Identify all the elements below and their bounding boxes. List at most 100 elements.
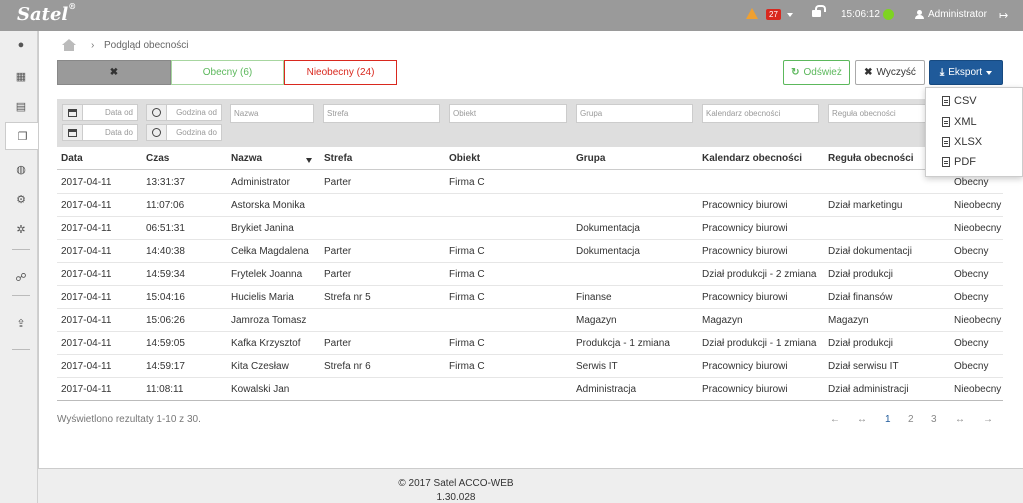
column-header-calendar[interactable]: Kalendarz obecności — [702, 153, 802, 164]
table-cell: 2017-04-11 — [61, 338, 112, 349]
export-menu: CSV XML XLSX PDF — [925, 87, 1023, 177]
table-row[interactable]: 2017-04-11 11:07:06 Astorska Monika Pracown… — [57, 194, 1003, 217]
date-from-field[interactable]: Data od — [62, 104, 138, 121]
table-row[interactable]: 2017-04-11 14:59:34 Frytelek Joanna Parter F… — [57, 263, 1003, 286]
alert-count-badge[interactable]: 27 — [766, 9, 781, 20]
export-pdf-item[interactable]: PDF — [942, 156, 976, 168]
sidebar-document-icon[interactable]: ▤ — [4, 92, 38, 120]
table-row[interactable]: 2017-04-11 15:06:26 Jamroza Tomasz Magazyn M… — [57, 309, 1003, 332]
time-to-field[interactable]: Godzina do — [146, 124, 222, 141]
export-button[interactable]: ⤓ Eksport — [929, 60, 1003, 85]
table-cell: Pracownicy biurowi — [702, 246, 788, 257]
table-cell: Dział marketingu — [828, 200, 903, 211]
table-cell: 11:08:11 — [146, 384, 184, 395]
warning-icon[interactable] — [746, 8, 758, 19]
name-filter-input[interactable]: Nazwa — [230, 104, 314, 123]
table-cell: Frytelek Joanna — [231, 269, 303, 280]
status-dot-icon — [883, 9, 894, 20]
table-row[interactable]: 2017-04-11 15:04:16 Hucielis Maria Strefa n… — [57, 286, 1003, 309]
table-row[interactable]: 2017-04-11 06:51:31 Brykiet Janina Dokument… — [57, 217, 1003, 240]
filter-absent-button[interactable]: Nieobecny (24) — [284, 60, 397, 85]
main-panel: › Podgląd obecności ✖ Obecny (6) Nieobec… — [38, 31, 1023, 469]
sidebar-network-icon[interactable]: ☍ — [4, 263, 38, 291]
sidebar-divider — [12, 295, 30, 296]
pagination-page-1[interactable]: 1 — [885, 414, 891, 425]
pagination-first[interactable]: ← — [830, 414, 840, 425]
table-cell: 06:51:31 — [146, 223, 185, 234]
time-to-placeholder: Godzina do — [176, 128, 217, 137]
clock-time: 15:06:12 — [841, 9, 880, 20]
lock-icon[interactable] — [812, 5, 826, 17]
table-cell: Magazyn — [702, 315, 743, 326]
calendar-filter-input[interactable]: Kalendarz obecności — [702, 104, 819, 123]
zone-filter-input[interactable]: Strefa — [323, 104, 440, 123]
column-header-name[interactable]: Nazwa — [231, 153, 262, 164]
satel-logo[interactable]: Satel® — [17, 1, 76, 25]
table-cell: Nieobecny — [954, 384, 1002, 395]
table-cell: Pracownicy biurowi — [702, 361, 788, 372]
pagination-prev[interactable]: ↔ — [857, 414, 867, 425]
column-header-group[interactable]: Grupa — [576, 153, 605, 164]
results-info: Wyświetlono rezultaty 1-10 z 30. — [57, 414, 201, 425]
column-header-object[interactable]: Obiekt — [449, 153, 480, 164]
pagination-page-3[interactable]: 3 — [931, 414, 937, 425]
chevron-down-icon[interactable] — [787, 13, 793, 17]
table-cell: Dział administracji — [828, 384, 909, 395]
date-to-field[interactable]: Data do — [62, 124, 138, 141]
column-header-date[interactable]: Data — [61, 153, 83, 164]
table-row[interactable]: 2017-04-11 14:59:17 Kita Czesław Strefa nr … — [57, 355, 1003, 378]
header-divider — [57, 169, 1003, 170]
column-header-zone[interactable]: Strefa — [324, 153, 352, 164]
file-icon — [942, 157, 950, 167]
table-cell: Firma C — [449, 246, 485, 257]
sidebar-settings-icon[interactable]: ✲ — [4, 215, 38, 243]
table-cell: Firma C — [449, 361, 485, 372]
table-cell: Dokumentacja — [576, 246, 640, 257]
table-cell: Serwis IT — [576, 361, 618, 372]
table-row[interactable]: 2017-04-11 14:40:38 Cełka Magdalena Parter F… — [57, 240, 1003, 263]
table-row[interactable]: 2017-04-11 13:31:37 Administrator Parter Fir… — [57, 171, 1003, 194]
clear-button[interactable]: ✖ Wyczyść — [855, 60, 925, 85]
export-xlsx-item[interactable]: XLSX — [942, 136, 982, 148]
time-from-field[interactable]: Godzina od — [146, 104, 222, 121]
table-bottom-border — [57, 400, 1003, 401]
table-row[interactable]: 2017-04-11 11:08:11 Kowalski Jan Administra… — [57, 378, 1003, 401]
column-header-time[interactable]: Czas — [146, 153, 169, 164]
table-cell: Kafka Krzysztof — [231, 338, 301, 349]
copyright: © 2017 Satel ACCO-WEB — [398, 478, 514, 489]
filter-row: Data od Data do Godzina od Godzina do Na… — [57, 99, 1003, 147]
sidebar-users-icon[interactable]: ● — [4, 31, 38, 59]
table-cell: Nieobecny — [954, 223, 1002, 234]
filter-all-button[interactable]: ✖ — [57, 60, 171, 85]
chevron-down-icon — [986, 70, 993, 75]
logout-icon[interactable]: ↦ — [999, 9, 1008, 22]
table-cell: Dział dokumentacji — [828, 246, 912, 257]
sidebar-reports-icon[interactable]: ❐ — [5, 122, 39, 150]
table-cell: Firma C — [449, 269, 485, 280]
sidebar-upload-icon[interactable]: ⇪ — [4, 309, 38, 337]
object-filter-input[interactable]: Obiekt — [449, 104, 567, 123]
table-cell: 2017-04-11 — [61, 315, 112, 326]
table-cell: Dział produkcji - 1 zmiana — [702, 338, 817, 349]
pagination-next[interactable]: ↔ — [955, 414, 965, 425]
table-cell: Dokumentacja — [576, 223, 640, 234]
sidebar-calendar-icon[interactable]: ▦ — [4, 62, 38, 90]
table-row[interactable]: 2017-04-11 14:59:05 Kafka Krzysztof Parter F… — [57, 332, 1003, 355]
user-name[interactable]: Administrator — [928, 9, 987, 20]
export-xml-item[interactable]: XML — [942, 116, 977, 128]
sidebar-globe-icon[interactable]: ◍ — [4, 155, 38, 183]
column-header-rule[interactable]: Reguła obecności — [828, 153, 914, 164]
sidebar-gears-icon[interactable]: ⚙ — [4, 185, 38, 213]
home-icon[interactable] — [62, 39, 77, 51]
table-cell: Strefa nr 5 — [324, 292, 371, 303]
table-cell: Magazyn — [576, 315, 617, 326]
sort-desc-icon[interactable] — [306, 158, 312, 163]
breadcrumb-current: Podgląd obecności — [104, 40, 189, 51]
export-csv-item[interactable]: CSV — [942, 95, 977, 107]
group-filter-input[interactable]: Grupa — [576, 104, 693, 123]
table-cell: 2017-04-11 — [61, 200, 112, 211]
pagination-page-2[interactable]: 2 — [908, 414, 914, 425]
refresh-button[interactable]: ↻ Odśwież — [783, 60, 850, 85]
filter-present-button[interactable]: Obecny (6) — [171, 60, 284, 85]
pagination-last[interactable]: → — [983, 414, 993, 425]
